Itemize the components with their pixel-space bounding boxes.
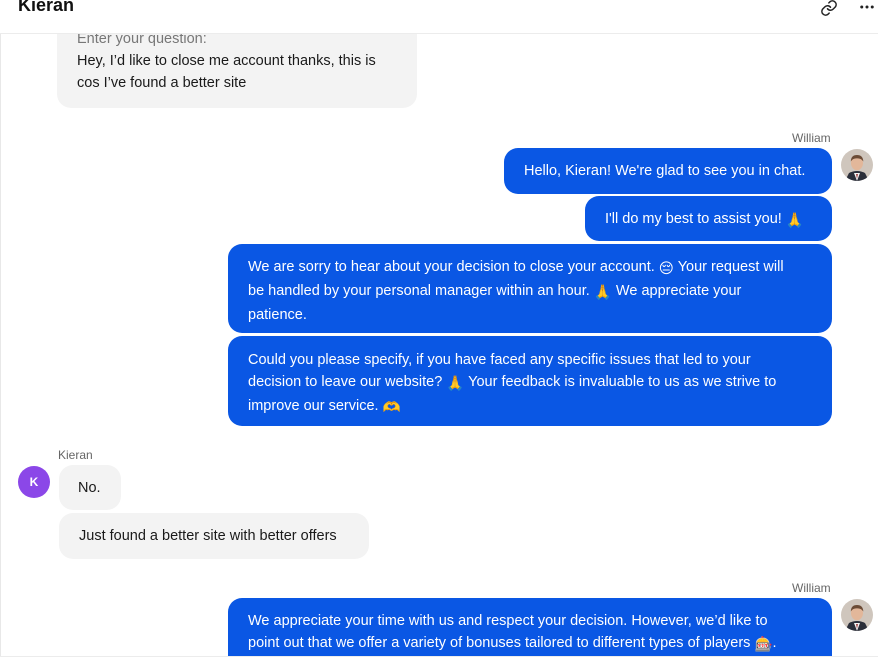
question-prompt: Enter your question:	[77, 34, 207, 47]
agent-message: We are sorry to hear about your decision…	[228, 244, 832, 333]
agent-message: Hello, Kieran! We're glad to see you in …	[504, 148, 832, 194]
link-icon	[821, 0, 837, 16]
message-text-line: Hey, I’d like to close me account thanks…	[77, 53, 376, 69]
customer-message: Just found a better site with better off…	[59, 513, 369, 559]
message-text-line: be handled by your personal manager with…	[248, 280, 812, 304]
folded-hands-emoji: 🙏	[446, 376, 465, 392]
message-list[interactable]: Enter your question: Hey, I’d like to cl…	[0, 34, 878, 660]
agent-message: Could you please specify, if you have fa…	[228, 336, 832, 426]
customer-avatar: K	[18, 466, 50, 498]
message-text-line: Could you please specify, if you have fa…	[248, 352, 751, 368]
message-text: Just found a better site with better off…	[79, 528, 337, 544]
message-text-line: decision to leave our website? 🙏 Your fe…	[248, 371, 812, 395]
chat-title: Kieran	[18, 0, 75, 15]
sad-face-emoji: 😔	[658, 261, 674, 277]
message-text-line: We are sorry to hear about your decision…	[248, 256, 812, 280]
message-text: I'll do my best to assist you!	[605, 211, 782, 227]
slot-machine-emoji: 🎰	[754, 637, 773, 653]
agent-message: We appreciate your time with us and resp…	[228, 598, 832, 660]
message-text: Hello, Kieran! We're glad to see you in …	[524, 163, 806, 179]
folded-hands-emoji: 🙏	[593, 285, 612, 301]
customer-message: Enter your question: Hey, I’d like to cl…	[57, 34, 417, 108]
message-text-line: point out that we offer a variety of bon…	[248, 632, 812, 656]
agent-avatar	[841, 599, 873, 631]
more-options-button[interactable]	[856, 0, 878, 18]
agent-message: I'll do my best to assist you! 🙏	[585, 196, 832, 241]
message-text: No.	[78, 480, 101, 496]
more-horizontal-icon	[860, 5, 874, 9]
agent-name: William	[792, 581, 831, 595]
customer-name: Kieran	[58, 448, 93, 462]
agent-avatar	[841, 149, 873, 181]
composer-divider	[0, 656, 878, 660]
folded-hands-emoji: 🙏	[785, 213, 804, 229]
message-text-line: improve our service. 🫶	[248, 395, 812, 419]
message-text-line: We appreciate your time with us and resp…	[248, 613, 768, 629]
message-text-line: patience.	[248, 307, 307, 323]
copy-link-button[interactable]	[818, 0, 840, 19]
customer-message: No.	[59, 465, 121, 510]
message-text-line: cos I’ve found a better site	[77, 75, 247, 91]
heart-hands-emoji: 🫶	[382, 400, 401, 416]
agent-name: William	[792, 131, 831, 145]
chat-header: Kieran	[0, 0, 878, 34]
